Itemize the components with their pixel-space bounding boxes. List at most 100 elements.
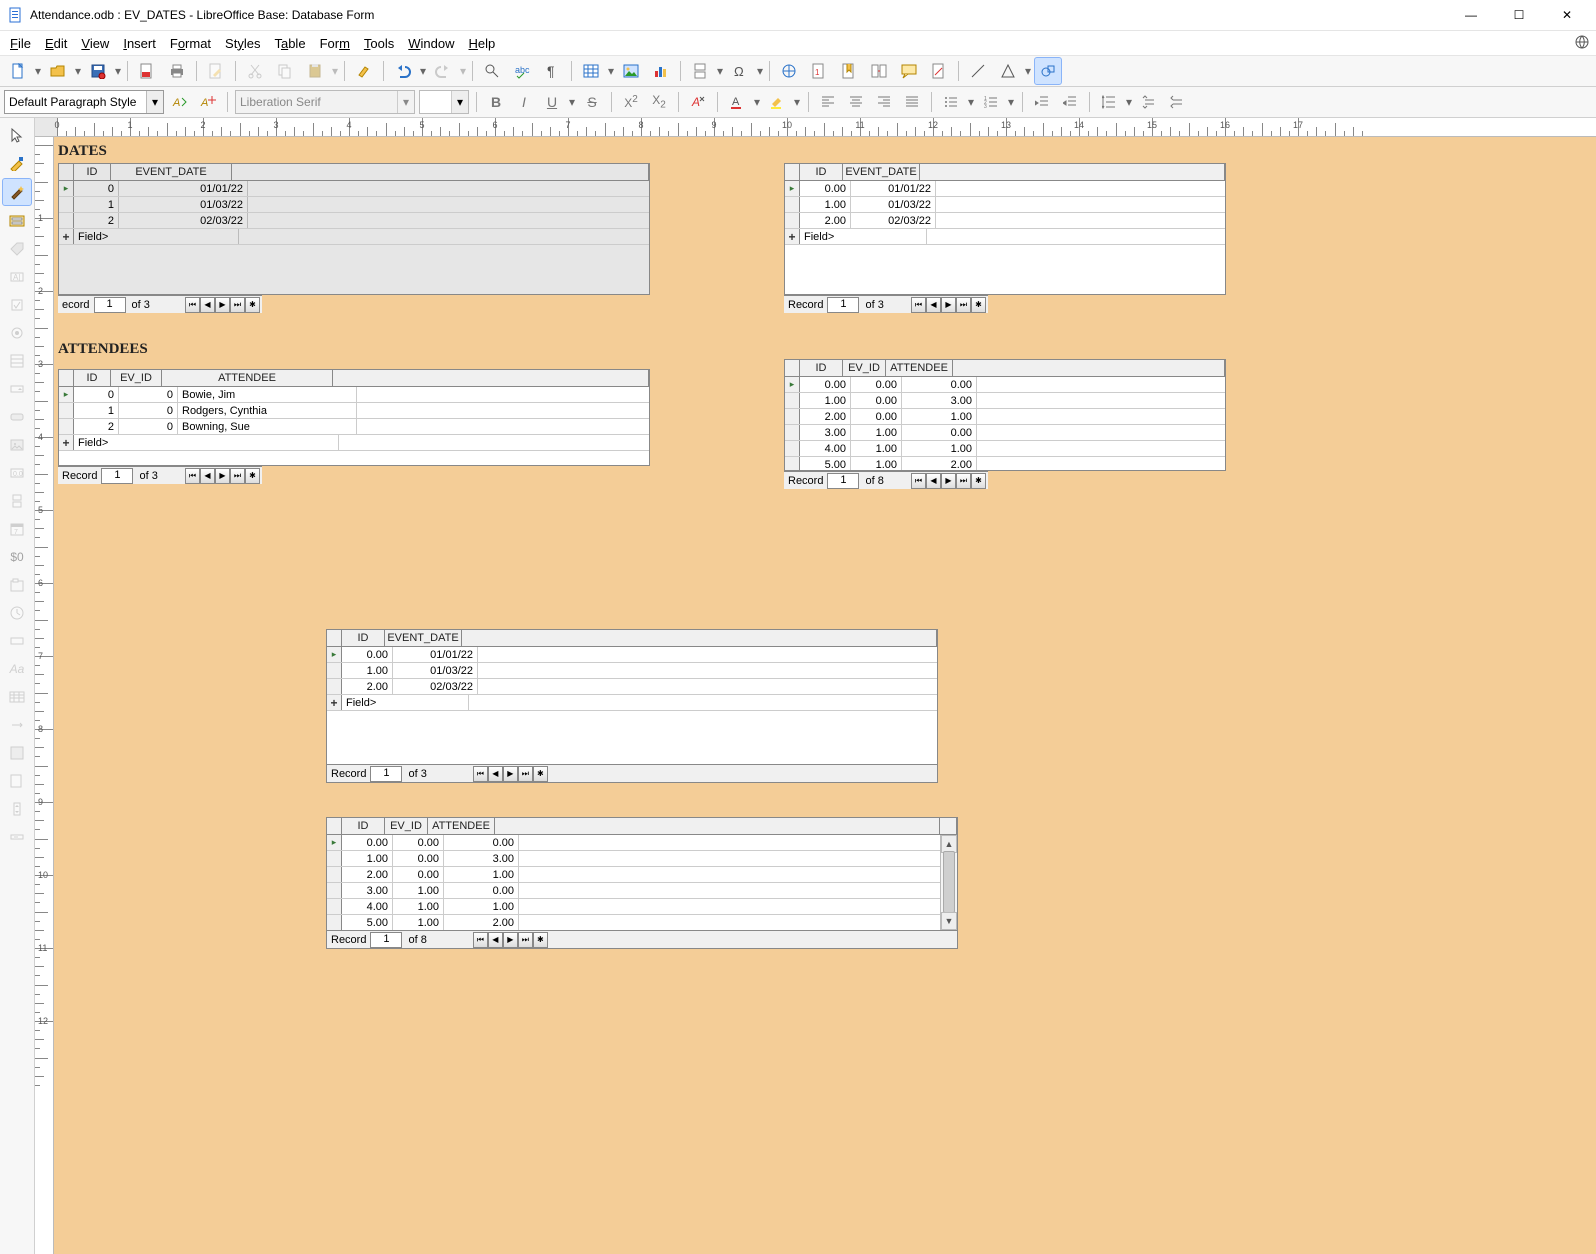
menu-view[interactable]: View (81, 36, 109, 51)
bold-button[interactable]: B (484, 90, 508, 114)
strikethrough-button[interactable]: S (580, 90, 604, 114)
nav-next[interactable]: ▶ (215, 297, 230, 313)
horizontal-ruler[interactable]: /*populated below*/ 01234567891011121314… (35, 118, 1596, 137)
spin-button[interactable] (3, 796, 31, 822)
bullet-list-button[interactable] (939, 90, 963, 114)
table-cell[interactable]: Bowning, Sue (178, 419, 357, 434)
table-cell[interactable]: 0.00 (851, 409, 902, 424)
font-name-combo[interactable]: Liberation Serif▾ (235, 90, 415, 114)
nav-next[interactable]: ▶ (941, 297, 956, 313)
table-cell[interactable]: 0 (74, 181, 119, 196)
table-cell[interactable]: 1.00 (342, 851, 393, 866)
col-header[interactable]: ID (342, 630, 385, 646)
record-nav-dates-3[interactable]: Record 1 of 3 ⏮ ◀ ▶ ⏭ ✱ (327, 764, 937, 782)
table-row[interactable]: 3.001.000.00 (785, 425, 1225, 441)
basic-shapes-button[interactable] (994, 57, 1022, 85)
table-row[interactable]: 1.0001/03/22 (785, 197, 1225, 213)
table-new-row[interactable]: +Field> (327, 695, 937, 711)
wizards-button[interactable] (2, 178, 32, 206)
table-cell[interactable]: 1.00 (444, 899, 519, 914)
col-header[interactable]: ATTENDEE (162, 370, 333, 386)
record-nav-attendees-2[interactable]: Record 1 of 8 ⏮ ◀ ▶ ⏭ ✱ (784, 471, 988, 489)
insert-table-dropdown[interactable]: ▾ (607, 64, 615, 78)
nav-first[interactable]: ⏮ (185, 297, 200, 313)
table-row[interactable]: 1.0001/03/22 (327, 663, 937, 679)
form-design-button[interactable] (3, 208, 31, 234)
table-cell[interactable]: 0.00 (444, 883, 519, 898)
grid-dates-3[interactable]: ID EVENT_DATE ▸0.0001/01/221.0001/03/222… (326, 629, 938, 783)
nav-first[interactable]: ⏮ (473, 932, 488, 948)
table-new-row[interactable]: +Field> (785, 229, 1225, 245)
table-row[interactable]: 20Bowning, Sue (59, 419, 649, 435)
table-cell[interactable]: 0.00 (342, 835, 393, 850)
table-cell[interactable]: 0 (119, 403, 178, 418)
nav-prev[interactable]: ◀ (200, 297, 215, 313)
line-spacing-button[interactable] (1097, 90, 1121, 114)
menu-styles[interactable]: Styles (225, 36, 260, 51)
numeric-field-button[interactable] (3, 628, 31, 654)
table-cell[interactable]: 2.00 (800, 409, 851, 424)
edit-mode-button[interactable] (202, 57, 230, 85)
insert-chart-button[interactable] (647, 57, 675, 85)
time-field-button[interactable] (3, 600, 31, 626)
formatted-field-button[interactable]: 0.0 (3, 460, 31, 486)
show-draw-functions-button[interactable] (1034, 57, 1062, 85)
col-header[interactable]: EVENT_DATE (843, 164, 920, 180)
table-cell[interactable]: 3.00 (800, 425, 851, 440)
table-row[interactable]: 2.0002/03/22 (327, 679, 937, 695)
line-button[interactable] (964, 57, 992, 85)
table-cell[interactable]: 0.00 (851, 393, 902, 408)
select-tool[interactable] (3, 122, 31, 148)
col-header[interactable]: EVENT_DATE (385, 630, 462, 646)
form-design-canvas[interactable]: DATES ID EVENT_DATE ▸001/01/22101/03/222… (54, 137, 1596, 1254)
table-cell[interactable]: 1.00 (393, 915, 444, 930)
redo-button[interactable] (429, 57, 457, 85)
table-cell[interactable]: 1 (74, 403, 119, 418)
nav-new[interactable]: ✱ (971, 473, 986, 489)
nav-prev[interactable]: ◀ (926, 473, 941, 489)
table-cell[interactable]: 4.00 (342, 899, 393, 914)
basic-shapes-dropdown[interactable]: ▾ (1024, 64, 1032, 78)
table-cell[interactable]: 02/03/22 (393, 679, 478, 694)
table-cell[interactable]: 0 (74, 387, 119, 402)
table-row[interactable]: 3.001.000.00 (327, 883, 940, 899)
table-cell[interactable]: 1.00 (800, 393, 851, 408)
grid-dates-1[interactable]: ID EVENT_DATE ▸001/01/22101/03/22202/03/… (58, 163, 650, 295)
highlight-dropdown[interactable]: ▾ (793, 95, 801, 109)
text-box-button[interactable]: A| (3, 264, 31, 290)
insert-table-button[interactable] (577, 57, 605, 85)
table-cell[interactable]: 2.00 (342, 867, 393, 882)
number-list-button[interactable]: 123 (979, 90, 1003, 114)
font-size-combo[interactable]: ▾ (419, 90, 469, 114)
more-controls-button[interactable] (3, 488, 31, 514)
col-header[interactable]: ID (342, 818, 385, 834)
nav-prev[interactable]: ◀ (926, 297, 941, 313)
open-dropdown[interactable]: ▾ (74, 64, 82, 78)
group-box-button[interactable] (3, 572, 31, 598)
table-cell[interactable]: Rodgers, Cynthia (178, 403, 357, 418)
underline-dropdown[interactable]: ▾ (568, 95, 576, 109)
table-row[interactable]: 4.001.001.00 (327, 899, 940, 915)
table-row[interactable]: 2.000.001.00 (327, 867, 940, 883)
grid-dates-2[interactable]: ID EVENT_DATE ▸0.0001/01/221.0001/03/222… (784, 163, 1226, 295)
combo-box-button[interactable] (3, 376, 31, 402)
col-header[interactable]: ID (74, 164, 111, 180)
paste-button[interactable] (301, 57, 329, 85)
table-cell[interactable]: 01/03/22 (851, 197, 936, 212)
table-row[interactable]: 5.001.002.00 (785, 457, 1225, 470)
table-row[interactable]: ▸0.000.000.00 (327, 835, 940, 851)
table-cell[interactable]: 1.00 (393, 883, 444, 898)
page-break-dropdown[interactable]: ▾ (716, 64, 724, 78)
table-row[interactable]: 5.001.002.00 (327, 915, 940, 930)
update-icon[interactable] (1574, 34, 1590, 50)
table-cell[interactable]: 2 (74, 213, 119, 228)
table-cell[interactable]: 1.00 (851, 457, 902, 470)
align-right-button[interactable] (872, 90, 896, 114)
minimize-button[interactable]: — (1456, 3, 1486, 27)
page-break-button[interactable] (686, 57, 714, 85)
table-cell[interactable]: 2.00 (800, 213, 851, 228)
table-cell[interactable]: 2.00 (902, 457, 977, 470)
currency-field-button[interactable]: $0 (3, 544, 31, 570)
list-box-button[interactable] (3, 348, 31, 374)
menu-form[interactable]: Form (320, 36, 350, 51)
